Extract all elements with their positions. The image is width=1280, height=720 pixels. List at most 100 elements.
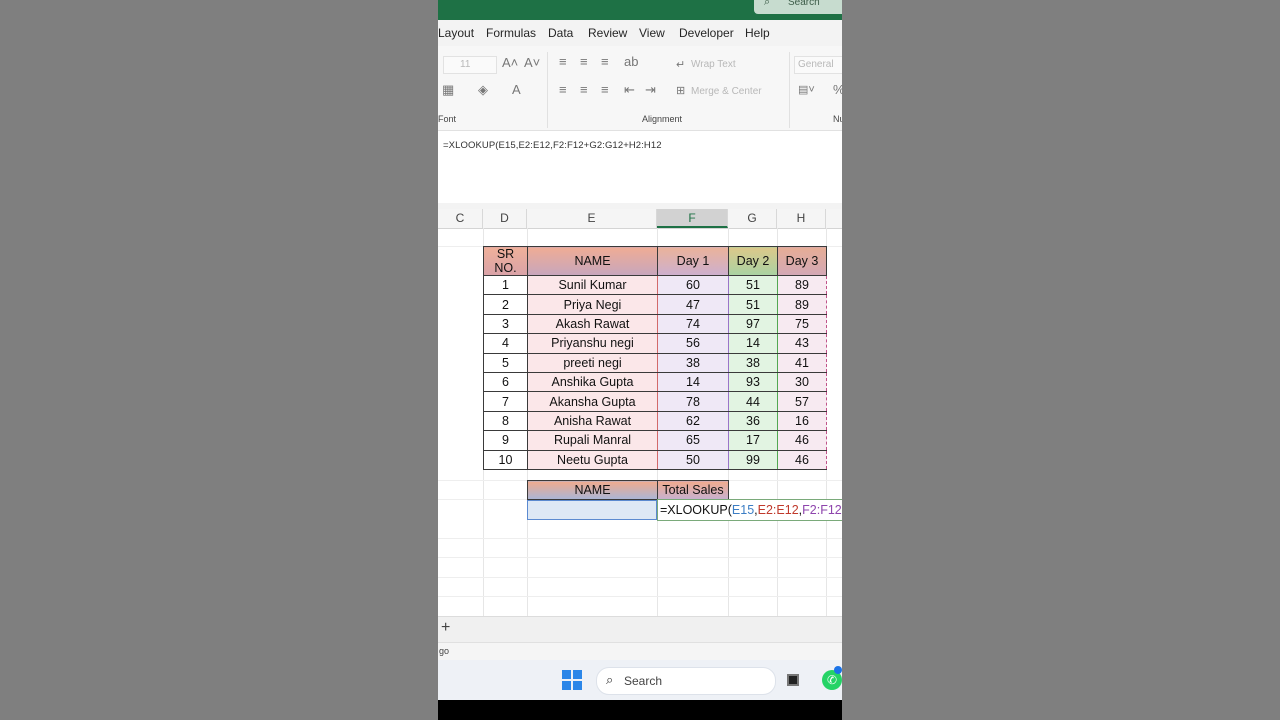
day-2-cell[interactable]: 17 bbox=[728, 430, 778, 451]
day-1-cell[interactable]: 74 bbox=[657, 313, 729, 335]
day-2-cell[interactable]: 93 bbox=[728, 371, 778, 393]
day-1-cell[interactable]: 65 bbox=[657, 430, 729, 451]
align-center-icon[interactable]: ≡ bbox=[580, 82, 588, 97]
taskbar-search-box[interactable]: ⌕ Search bbox=[596, 667, 776, 695]
column-header-e[interactable]: E bbox=[527, 209, 657, 228]
name-cell[interactable]: Priya Negi bbox=[527, 294, 658, 315]
day-3-cell[interactable]: 46 bbox=[777, 449, 827, 470]
decrease-indent-icon[interactable]: ⇤ bbox=[624, 82, 635, 98]
add-sheet-button[interactable]: + bbox=[441, 619, 450, 637]
sr-no-cell[interactable]: 10 bbox=[483, 449, 528, 470]
lookup-header-name[interactable]: NAME bbox=[527, 480, 658, 500]
align-top-icon[interactable]: ≡ bbox=[559, 54, 567, 69]
wrap-text-button[interactable]: Wrap Text bbox=[691, 59, 736, 70]
borders-icon[interactable]: ▦ bbox=[442, 82, 454, 98]
number-format-select[interactable]: General bbox=[794, 56, 842, 74]
header-day-1[interactable]: Day 1 bbox=[657, 246, 729, 276]
name-cell[interactable]: Priyanshu negi bbox=[527, 333, 658, 354]
sr-no-cell[interactable]: 9 bbox=[483, 430, 528, 451]
increase-font-icon[interactable]: A˄ bbox=[502, 55, 518, 70]
day-3-cell[interactable]: 89 bbox=[777, 274, 827, 296]
sr-no-cell[interactable]: 1 bbox=[483, 274, 528, 296]
lookup-header-total-sales[interactable]: Total Sales bbox=[657, 480, 729, 500]
tab-formulas[interactable]: Formulas bbox=[486, 26, 536, 40]
lookup-name-cell[interactable] bbox=[527, 500, 657, 520]
day-3-cell[interactable]: 46 bbox=[777, 430, 827, 451]
task-view-icon[interactable] bbox=[787, 674, 799, 686]
day-1-cell[interactable]: 14 bbox=[657, 371, 729, 393]
decrease-font-icon[interactable]: A˅ bbox=[524, 55, 540, 70]
day-1-cell[interactable]: 56 bbox=[657, 333, 729, 354]
worksheet-grid[interactable]: SR NO. NAME Day 1 Day 2 Day 3 1 Sunil Kum… bbox=[438, 228, 842, 616]
header-day-3[interactable]: Day 3 bbox=[777, 246, 827, 276]
sr-no-cell[interactable]: 4 bbox=[483, 333, 528, 354]
sr-no-cell[interactable]: 8 bbox=[483, 410, 528, 432]
merge-center-button[interactable]: Merge & Center bbox=[691, 86, 762, 97]
align-left-icon[interactable]: ≡ bbox=[559, 82, 567, 97]
align-middle-icon[interactable]: ≡ bbox=[580, 54, 588, 69]
name-cell[interactable]: preeti negi bbox=[527, 352, 658, 373]
tab-help[interactable]: Help bbox=[745, 26, 770, 40]
day-3-cell[interactable]: 16 bbox=[777, 410, 827, 432]
windows-start-icon[interactable] bbox=[562, 670, 582, 690]
orientation-icon[interactable]: ab bbox=[624, 54, 638, 69]
sr-no-cell[interactable]: 7 bbox=[483, 391, 528, 412]
formula-bar[interactable]: =XLOOKUP(E15,E2:E12,F2:F12+G2:G12+H2:H12 bbox=[438, 131, 842, 203]
column-header-d[interactable]: D bbox=[483, 209, 527, 228]
font-color-icon[interactable]: A bbox=[512, 82, 521, 97]
name-cell[interactable]: Akansha Gupta bbox=[527, 391, 658, 412]
day-1-cell[interactable]: 50 bbox=[657, 449, 729, 470]
tab-data[interactable]: Data bbox=[548, 26, 573, 40]
day-1-cell[interactable]: 47 bbox=[657, 294, 729, 315]
sr-no-cell[interactable]: 6 bbox=[483, 371, 528, 393]
header-sr-no[interactable]: SR NO. bbox=[483, 246, 528, 276]
day-3-cell[interactable]: 57 bbox=[777, 391, 827, 412]
align-right-icon[interactable]: ≡ bbox=[601, 82, 609, 97]
tab-page-layout[interactable]: Layout bbox=[438, 26, 474, 40]
tab-review[interactable]: Review bbox=[588, 26, 627, 40]
day-2-cell[interactable]: 44 bbox=[728, 391, 778, 412]
name-cell[interactable]: Akash Rawat bbox=[527, 313, 658, 335]
day-1-cell[interactable]: 78 bbox=[657, 391, 729, 412]
header-day-2[interactable]: Day 2 bbox=[728, 246, 778, 276]
name-cell[interactable]: Anisha Rawat bbox=[527, 410, 658, 432]
day-2-cell[interactable]: 51 bbox=[728, 294, 778, 315]
align-bottom-icon[interactable]: ≡ bbox=[601, 54, 609, 69]
name-cell[interactable]: Anshika Gupta bbox=[527, 371, 658, 393]
sr-no-cell[interactable]: 5 bbox=[483, 352, 528, 373]
increase-indent-icon[interactable]: ⇥ bbox=[645, 82, 656, 98]
sr-no-cell[interactable]: 2 bbox=[483, 294, 528, 315]
day-3-cell[interactable]: 43 bbox=[777, 333, 827, 354]
formula-bar-text[interactable]: =XLOOKUP(E15,E2:E12,F2:F12+G2:G12+H2:H12 bbox=[443, 140, 662, 151]
total-sales-formula-cell[interactable]: =XLOOKUP(E15,E2:E12,F2:F12+ bbox=[657, 499, 842, 521]
day-3-cell[interactable]: 75 bbox=[777, 313, 827, 335]
day-1-cell[interactable]: 60 bbox=[657, 274, 729, 296]
day-1-cell[interactable]: 38 bbox=[657, 352, 729, 373]
name-cell[interactable]: Sunil Kumar bbox=[527, 274, 658, 296]
day-2-cell[interactable]: 99 bbox=[728, 449, 778, 470]
column-header-h[interactable]: H bbox=[777, 209, 826, 228]
column-header-c[interactable]: C bbox=[438, 209, 483, 228]
font-size-select[interactable]: 11 bbox=[443, 56, 497, 74]
percent-icon[interactable]: % bbox=[833, 82, 842, 97]
column-header-g[interactable]: G bbox=[728, 209, 777, 228]
day-3-cell[interactable]: 30 bbox=[777, 371, 827, 393]
title-search-box[interactable]: ⌕ Search bbox=[754, 0, 842, 14]
tab-view[interactable]: View bbox=[639, 26, 665, 40]
day-3-cell[interactable]: 89 bbox=[777, 294, 827, 315]
day-2-cell[interactable]: 97 bbox=[728, 313, 778, 335]
day-2-cell[interactable]: 51 bbox=[728, 274, 778, 296]
sr-no-cell[interactable]: 3 bbox=[483, 313, 528, 335]
name-cell[interactable]: Rupali Manral bbox=[527, 430, 658, 451]
day-1-cell[interactable]: 62 bbox=[657, 410, 729, 432]
tab-developer[interactable]: Developer bbox=[679, 26, 734, 40]
day-2-cell[interactable]: 36 bbox=[728, 410, 778, 432]
day-2-cell[interactable]: 38 bbox=[728, 352, 778, 373]
day-3-cell[interactable]: 41 bbox=[777, 352, 827, 373]
name-cell[interactable]: Neetu Gupta bbox=[527, 449, 658, 470]
accounting-format-icon[interactable]: ▤˅ bbox=[798, 83, 815, 96]
header-name[interactable]: NAME bbox=[527, 246, 658, 276]
column-header-f[interactable]: F bbox=[657, 209, 728, 228]
day-2-cell[interactable]: 14 bbox=[728, 333, 778, 354]
fill-color-icon[interactable]: ◈ bbox=[478, 82, 488, 98]
